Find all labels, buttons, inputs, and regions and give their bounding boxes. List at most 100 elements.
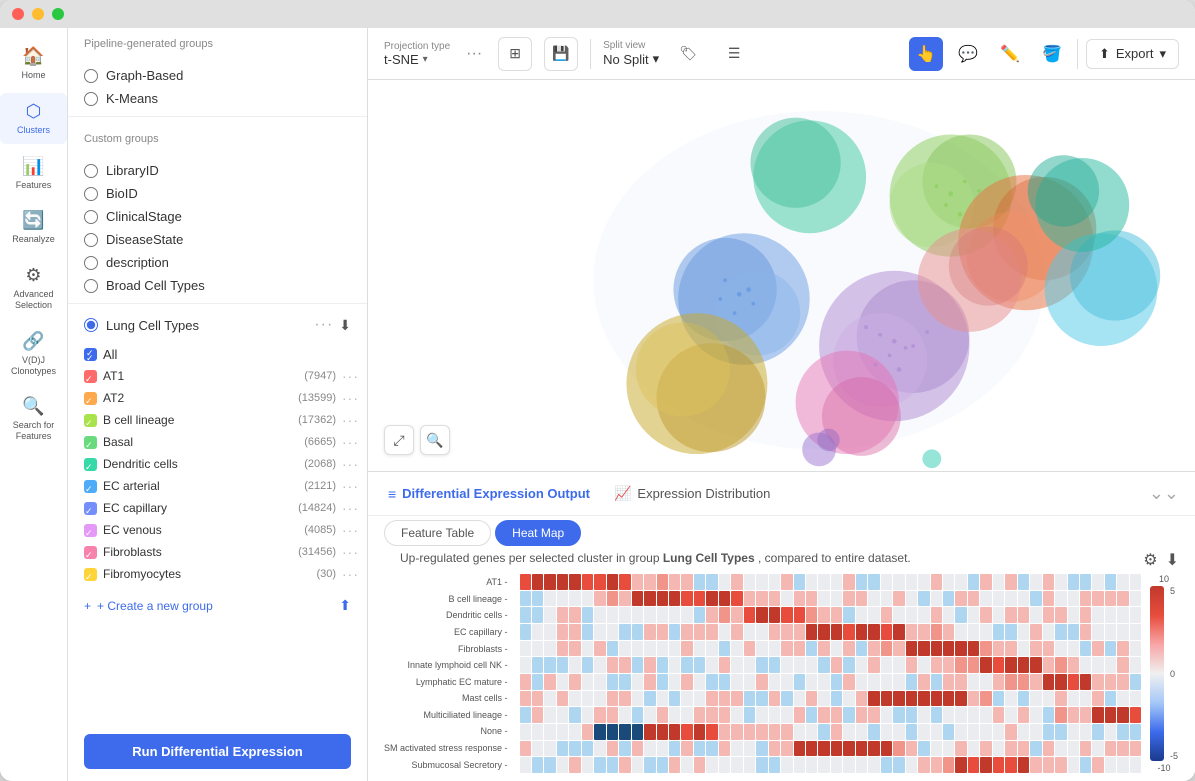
heatmap-settings-icon[interactable]: ⚙ xyxy=(1143,550,1157,570)
dendritic-more[interactable]: ··· xyxy=(342,456,359,472)
tab-diffexpr[interactable]: ≡ Differential Expression Output xyxy=(384,486,594,502)
at1-more[interactable]: ··· xyxy=(342,368,359,384)
list-item[interactable]: ✓ Basal (6665) ··· xyxy=(84,431,367,453)
list-item[interactable]: ✓ EC arterial (2121) ··· xyxy=(84,475,367,497)
heatmap-cell xyxy=(1018,674,1029,690)
heatmap-cell xyxy=(669,757,680,773)
ecvenous-checkbox[interactable]: ✓ xyxy=(84,524,97,537)
heatmap-cell xyxy=(881,624,892,640)
basal-checkbox[interactable]: ✓ xyxy=(84,436,97,449)
minimize-button[interactable] xyxy=(32,8,44,20)
bcell-checkbox[interactable]: ✓ xyxy=(84,414,97,427)
dendritic-checkbox[interactable]: ✓ xyxy=(84,458,97,471)
list-item[interactable]: ✓ AT1 (7947) ··· xyxy=(84,365,367,387)
close-button[interactable] xyxy=(12,8,24,20)
graph-based-option[interactable]: Graph-Based xyxy=(68,64,367,87)
list-item[interactable]: ✓ EC venous (4085) ··· xyxy=(84,519,367,541)
split-value-container[interactable]: No Split ▾ xyxy=(603,51,659,67)
graph-based-radio[interactable] xyxy=(84,69,98,83)
sidebar-item-home[interactable]: 🏠 Home xyxy=(0,38,67,89)
collapse-button[interactable]: ⌄⌄ xyxy=(1149,483,1179,504)
lung-more-dots[interactable]: ··· xyxy=(314,316,333,334)
sidebar-item-clusters[interactable]: ⬡ Clusters xyxy=(0,93,67,144)
bioid-option[interactable]: BioID xyxy=(68,182,367,205)
fibromyocytes-checkbox[interactable]: ✓ xyxy=(84,568,97,581)
select-tool-button[interactable]: 👆 xyxy=(909,37,943,71)
description-option[interactable]: description xyxy=(68,251,367,274)
projection-value-container[interactable]: t-SNE ▾ xyxy=(384,52,450,67)
heatmap-cell xyxy=(806,724,817,740)
sidebar-item-features[interactable]: 📊 Features xyxy=(0,148,67,199)
heatmap-cell xyxy=(906,707,917,723)
lung-download-icon[interactable]: ⬇ xyxy=(339,317,351,334)
fibromyocytes-more[interactable]: ··· xyxy=(342,566,359,582)
heatmap-label-3: EC capillary - xyxy=(384,627,508,637)
sidebar-item-advanced[interactable]: ⚙ Advanced Selection xyxy=(0,257,67,319)
draw-tool-button[interactable]: ✏️ xyxy=(993,37,1027,71)
ecarterial-checkbox[interactable]: ✓ xyxy=(84,480,97,493)
run-diff-expr-button[interactable]: Run Differential Expression xyxy=(84,734,351,769)
comment-tool-button[interactable]: 💬 xyxy=(951,37,985,71)
list-item[interactable]: ✓ Fibroblasts (31456) ··· xyxy=(84,541,367,563)
libraryid-option[interactable]: LibraryID xyxy=(68,159,367,182)
basal-more[interactable]: ··· xyxy=(342,434,359,450)
settings-button[interactable]: ☰ xyxy=(717,37,751,71)
create-group-upload[interactable]: ⬆ xyxy=(339,597,351,614)
fibroblasts-checkbox[interactable]: ✓ xyxy=(84,546,97,559)
save-button[interactable]: 💾 xyxy=(544,37,578,71)
heatmap-cell xyxy=(569,674,580,690)
diseasestate-radio[interactable] xyxy=(84,233,98,247)
clinicalstage-radio[interactable] xyxy=(84,210,98,224)
heatmap-download-icon[interactable]: ⬇ xyxy=(1166,550,1179,570)
description-radio[interactable] xyxy=(84,256,98,270)
eccapillary-more[interactable]: ··· xyxy=(342,500,359,516)
kmeans-radio[interactable] xyxy=(84,92,98,106)
maximize-button[interactable] xyxy=(52,8,64,20)
feature-table-tab[interactable]: Feature Table xyxy=(384,520,491,546)
tag-button[interactable]: 🏷 xyxy=(671,37,705,71)
heatmap-cell xyxy=(843,641,854,657)
heatmap-cell xyxy=(644,691,655,707)
heatmap-cell xyxy=(831,724,842,740)
projection-more[interactable]: ··· xyxy=(462,41,486,67)
heatmap-cell xyxy=(744,607,755,623)
zoom-expand-button[interactable]: ⤢ xyxy=(384,425,414,455)
list-item[interactable]: ✓ Dendritic cells (2068) ··· xyxy=(84,453,367,475)
fill-tool-button[interactable]: 🪣 xyxy=(1035,37,1069,71)
heatmap-cell xyxy=(856,757,867,773)
kmeans-option[interactable]: K-Means xyxy=(68,87,367,110)
ecvenous-more[interactable]: ··· xyxy=(342,522,359,538)
at2-more[interactable]: ··· xyxy=(342,390,359,406)
tab-exprdist[interactable]: 📈 Expression Distribution xyxy=(610,485,774,502)
heatmap-cell xyxy=(532,574,543,590)
list-item[interactable]: ✓ AT2 (13599) ··· xyxy=(84,387,367,409)
clinicalstage-option[interactable]: ClinicalStage xyxy=(68,205,367,228)
fibroblasts-more[interactable]: ··· xyxy=(342,544,359,560)
heat-map-tab[interactable]: Heat Map xyxy=(495,520,581,546)
heatmap-cell xyxy=(594,757,605,773)
at1-checkbox[interactable]: ✓ xyxy=(84,370,97,383)
list-item[interactable]: ✓ Fibromyocytes (30) ··· xyxy=(84,563,367,585)
create-group-button[interactable]: + + Create a new group ⬆ xyxy=(68,589,367,622)
libraryid-radio[interactable] xyxy=(84,164,98,178)
list-item[interactable]: ✓ B cell lineage (17362) ··· xyxy=(84,409,367,431)
all-cell-item[interactable]: ✓ All xyxy=(84,344,367,365)
fullscreen-button[interactable]: ⊞ xyxy=(498,37,532,71)
ecarterial-more[interactable]: ··· xyxy=(342,478,359,494)
sidebar-item-reanalyze[interactable]: 🔄 Reanalyze xyxy=(0,202,67,253)
bcell-more[interactable]: ··· xyxy=(342,412,359,428)
all-checkbox[interactable]: ✓ xyxy=(84,348,97,361)
heatmap-cell xyxy=(619,741,630,757)
list-item[interactable]: ✓ EC capillary (14824) ··· xyxy=(84,497,367,519)
bioid-radio[interactable] xyxy=(84,187,98,201)
lung-cell-types-radio[interactable] xyxy=(84,318,98,332)
eccapillary-checkbox[interactable]: ✓ xyxy=(84,502,97,515)
at2-checkbox[interactable]: ✓ xyxy=(84,392,97,405)
sidebar-item-vdj[interactable]: 🔗 V(D)J Clonotypes xyxy=(0,323,67,385)
broadcelltypes-radio[interactable] xyxy=(84,279,98,293)
diseasestate-option[interactable]: DiseaseState xyxy=(68,228,367,251)
zoom-search-button[interactable]: 🔍 xyxy=(420,425,450,455)
sidebar-item-search[interactable]: 🔍 Search for Features xyxy=(0,388,67,450)
export-button[interactable]: ⬆ Export ▾ xyxy=(1086,39,1179,69)
broadcelltypes-option[interactable]: Broad Cell Types xyxy=(68,274,367,297)
